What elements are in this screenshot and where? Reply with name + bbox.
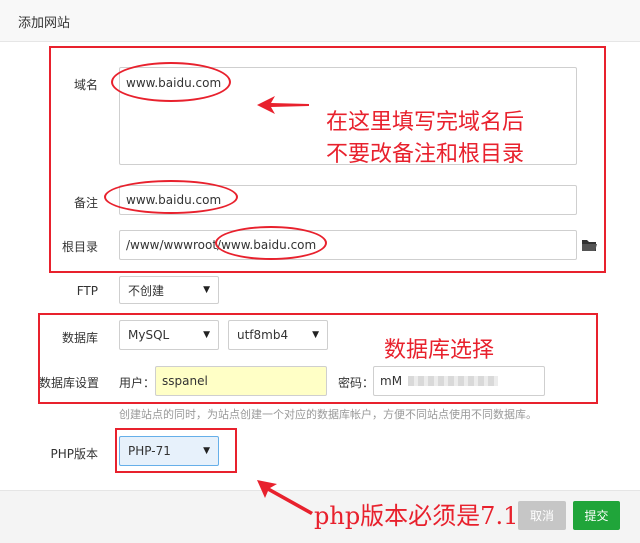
- annotation-oval-domain: [111, 62, 231, 102]
- php-label: PHP版本: [50, 447, 99, 461]
- dialog-titlebar: [0, 0, 640, 42]
- chevron-down-icon: ▼: [203, 285, 210, 295]
- submit-button[interactable]: 提交: [573, 501, 620, 530]
- ftp-label: FTP: [76, 284, 98, 298]
- annotation-note-php: php版本必须是7.1: [314, 502, 519, 530]
- annotation-oval-root: [215, 226, 327, 260]
- annotation-oval-remark: [104, 180, 238, 214]
- annotation-note-database: 数据库选择: [384, 338, 495, 363]
- db-help-text: 创建站点的同时，为站点创建一个对应的数据库帐户，方便不同站点使用不同数据库。: [119, 408, 537, 421]
- arrow-icon: [257, 480, 313, 515]
- cancel-button[interactable]: 取消: [518, 501, 566, 530]
- ftp-value: 不创建: [128, 283, 165, 298]
- annotation-box-php: [115, 428, 237, 473]
- dialog-title: 添加网站: [18, 16, 71, 31]
- ftp-select[interactable]: 不创建 ▼: [119, 276, 219, 304]
- arrow-icon: [257, 96, 309, 114]
- annotation-note-domain-2: 不要改备注和根目录: [326, 142, 525, 167]
- annotation-note-domain-1: 在这里填写完域名后: [326, 110, 525, 135]
- annotation-box-database: [38, 313, 598, 404]
